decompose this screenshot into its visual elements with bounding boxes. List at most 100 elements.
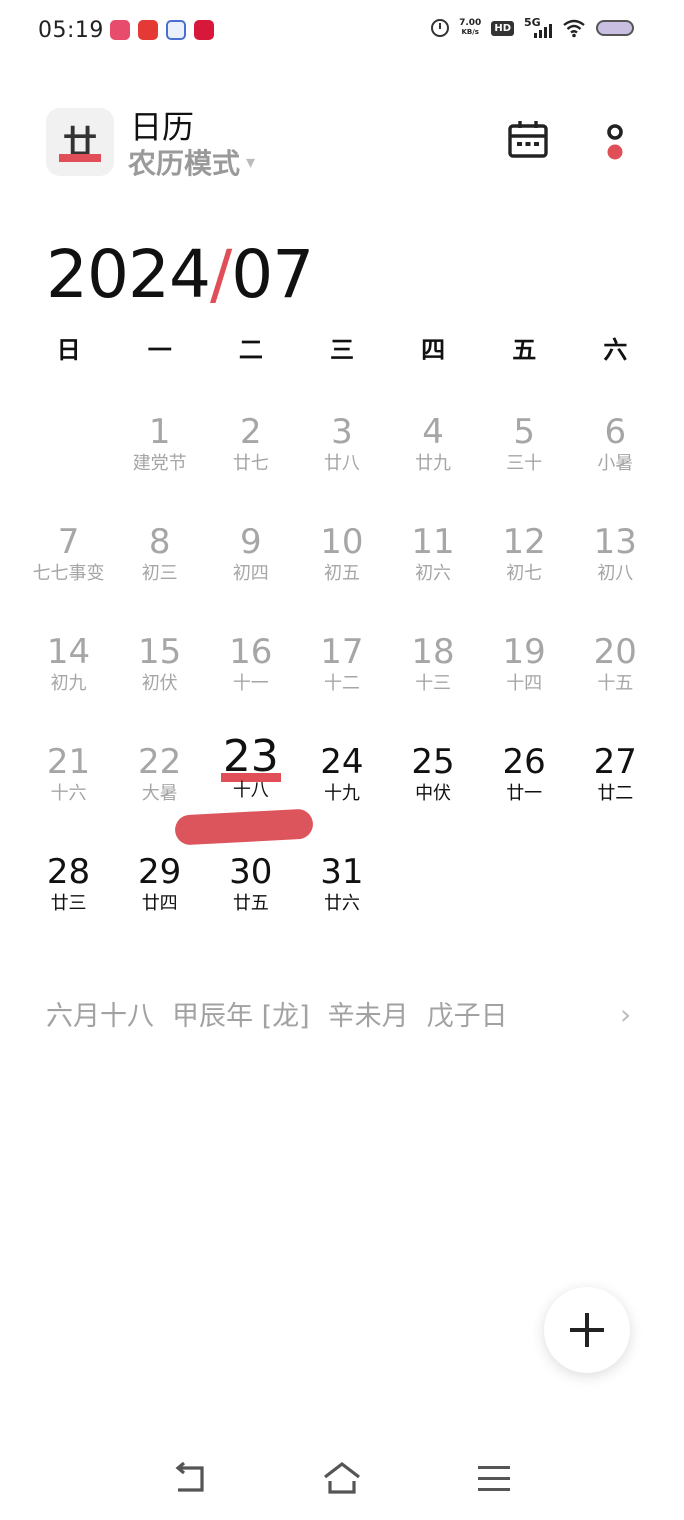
home-icon[interactable] [322, 1460, 362, 1496]
day-cell[interactable]: 30 廿五 [205, 840, 296, 950]
weekday-fri: 五 [512, 336, 537, 364]
alarm-icon [431, 19, 450, 37]
day-cell[interactable]: 6 小暑 [570, 400, 661, 510]
dropdown-arrow-icon: ▾ [246, 151, 256, 173]
lunar-label: 十八 [232, 780, 269, 801]
battery-icon [596, 20, 634, 36]
day-number: 29 [138, 852, 182, 892]
day-cell[interactable]: 8 初三 [114, 510, 205, 620]
month-separator: / [209, 236, 232, 313]
day-number: 6 [604, 412, 627, 452]
lunar-label: 初伏 [141, 673, 178, 694]
day-number: 19 [502, 632, 546, 672]
day-cell[interactable]: 4 廿九 [388, 400, 479, 510]
lunar-label: 廿七 [232, 453, 269, 474]
day-number: 24 [320, 742, 364, 782]
day-number: 20 [593, 632, 637, 672]
back-icon[interactable] [172, 1462, 208, 1496]
status-icons: 7.00 KB/s HD 5G [431, 16, 634, 38]
day-cell[interactable]: 12 初七 [479, 510, 570, 620]
day-number: 31 [320, 852, 364, 892]
day-number: 16 [229, 632, 273, 672]
lunar-month: 辛未月 [327, 1001, 409, 1032]
day-cell[interactable]: 9 初四 [205, 510, 296, 620]
day-number: 7 [57, 522, 80, 562]
status-bar: 05:19 7.00 KB/s HD 5G [0, 0, 684, 64]
status-time: 05:19 [38, 18, 104, 43]
chevron-right-icon[interactable]: › [620, 998, 631, 1031]
wifi-icon [563, 19, 585, 38]
empty-day-cell [23, 400, 114, 510]
day-cell[interactable]: 27 廿二 [570, 730, 661, 840]
day-number: 26 [502, 742, 546, 782]
day-cell[interactable]: 16 十一 [205, 620, 296, 730]
day-cell[interactable]: 3 廿八 [296, 400, 387, 510]
day-number: 1 [148, 412, 171, 452]
lunar-label: 初七 [506, 563, 543, 584]
day-cell[interactable]: 25 中伏 [388, 730, 479, 840]
day-cell[interactable]: 5 三十 [479, 400, 570, 510]
day-cell[interactable]: 1 建党节 [114, 400, 205, 510]
speed-value: 7.00 [459, 18, 482, 28]
day-number: 27 [593, 742, 637, 782]
day-cell[interactable]: 13 初八 [570, 510, 661, 620]
calendar-icon[interactable] [505, 118, 551, 164]
day-number: 8 [148, 522, 171, 562]
more-icon[interactable] [598, 118, 632, 168]
lunar-label: 廿五 [232, 893, 269, 914]
day-cell[interactable]: 14 初九 [23, 620, 114, 730]
network-speed: 7.00 KB/s [459, 19, 481, 37]
day-number: 15 [138, 632, 182, 672]
day-number: 5 [513, 412, 535, 452]
lunar-year: 甲辰年 [龙] [172, 1001, 310, 1032]
lunar-label: 十一 [232, 673, 269, 694]
weekday-thu: 四 [421, 336, 446, 364]
lunar-label: 廿三 [50, 893, 87, 914]
day-cell[interactable]: 21 十六 [23, 730, 114, 840]
day-number: 17 [320, 632, 364, 672]
day-cell[interactable]: 10 初五 [296, 510, 387, 620]
day-cell[interactable]: 15 初伏 [114, 620, 205, 730]
hd-icon: HD [491, 20, 514, 36]
day-cell[interactable]: 11 初六 [388, 510, 479, 620]
mode-selector[interactable]: 农历模式 ▾ [128, 142, 255, 182]
notification-icons [110, 20, 214, 40]
day-cell[interactable]: 7 七七事变 [23, 510, 114, 620]
day-number: 18 [411, 632, 455, 672]
day-number: 22 [138, 742, 182, 782]
day-number: 4 [422, 412, 444, 452]
weekday-mon: 一 [147, 336, 172, 364]
mode-label: 农历模式 [128, 147, 241, 180]
day-number: 11 [411, 522, 455, 562]
lunar-label: 廿八 [323, 453, 360, 474]
day-cell[interactable]: 28 廿三 [23, 840, 114, 950]
navigation-bar [0, 1440, 684, 1520]
calendar-grid: 1 建党节 2 廿七 3 廿八 4 廿九 5 三十 6 小暑 7 七七事变 8 初三 9 初四 10 初五 11 初六 12… [23, 400, 661, 950]
day-cell[interactable]: 2 廿七 [205, 400, 296, 510]
lunar-label: 十九 [323, 783, 360, 804]
day-cell[interactable]: 18 十三 [388, 620, 479, 730]
day-number: 30 [229, 852, 273, 892]
add-event-button[interactable] [544, 1287, 630, 1373]
day-cell[interactable]: 17 十二 [296, 620, 387, 730]
lunar-day: 戊子日 [426, 1001, 508, 1032]
day-number: 9 [239, 522, 262, 562]
day-cell[interactable]: 26 廿一 [479, 730, 570, 840]
app-logo: 廿 [46, 108, 114, 176]
lunar-info-row[interactable]: 六月十八 甲辰年 [龙] 辛未月 戊子日 [46, 994, 508, 1033]
lunar-label: 小暑 [597, 453, 634, 474]
day-cell[interactable]: 31 廿六 [296, 840, 387, 950]
day-cell[interactable]: 20 十五 [570, 620, 661, 730]
day-cell[interactable]: 29 廿四 [114, 840, 205, 950]
menu-icon[interactable] [478, 1466, 510, 1492]
month-title[interactable]: 2024 / 07 [46, 236, 314, 313]
lunar-label: 廿四 [141, 893, 178, 914]
day-cell[interactable]: 19 十四 [479, 620, 570, 730]
day-number: 3 [331, 412, 353, 452]
day-number: 2 [239, 412, 262, 452]
day-number: 10 [320, 522, 364, 562]
xiaohongshu-icon [110, 20, 130, 40]
tmall-icon [194, 20, 214, 40]
lunar-label: 廿二 [597, 783, 634, 804]
weekday-sun: 日 [56, 336, 81, 364]
